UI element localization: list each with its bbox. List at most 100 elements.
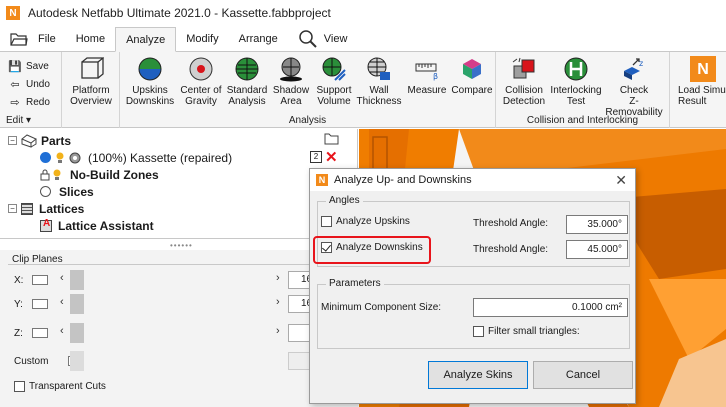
clip-z-slider-thumb[interactable] [70,323,84,343]
netfabb-n-icon: N [690,56,716,82]
clip-x-color[interactable] [32,275,48,285]
filter-small-triangles-label: Filter small triangles: [488,326,580,337]
tree-slices[interactable]: Slices [40,183,94,200]
upskins-downskins-icon [138,57,162,81]
clip-z-slider-left[interactable]: ‹ [60,325,64,337]
panel-splitter[interactable]: •••••• [170,241,193,250]
lightbulb-icon [53,169,61,180]
svg-text:β: β [433,72,438,81]
clip-x-label: X: [14,274,24,286]
tab-view-label: View [323,32,348,45]
collision-detection-label: Collision Detection [502,85,546,107]
tab-file[interactable]: File [6,26,66,51]
cancel-button[interactable]: Cancel [533,361,633,389]
tree-parts[interactable]: − Parts [8,132,71,149]
platform-overview-label: Platform Overview [70,85,112,107]
open-folder-icon[interactable] [324,133,340,145]
analyze-upskins-checkbox[interactable] [321,216,332,227]
check-z-removability-label: Check Z-Removability [605,85,663,118]
redo-button[interactable]: ⇨ Redo [8,96,50,109]
collision-group-label: Collision and Interlocking [526,115,639,126]
support-volume-button[interactable]: Support Volume [312,56,356,107]
tree-lattices[interactable]: − Lattices [8,200,84,217]
save-button[interactable]: 💾 Save [8,60,49,73]
search-icon [299,29,317,48]
dialog-title-bar[interactable]: N Analyze Up- and Downskins ✕ [310,169,635,191]
gear-icon[interactable] [68,151,82,165]
clip-y-slider-thumb[interactable] [70,294,84,314]
clip-planes-title: Clip Planes [12,254,63,265]
wall-thickness-button[interactable]: Wall Thickness [356,56,402,107]
part-badge[interactable]: 2 [310,151,322,163]
save-label: Save [26,61,49,72]
clip-y-slider-left[interactable]: ‹ [60,296,64,308]
tab-modify[interactable]: Modify [176,26,228,51]
clip-z-slider-right[interactable]: › [276,325,280,337]
ribbon: 💾 Save ⇦ Undo ⇨ Redo Edit ▾ Platform Overvi… [0,52,726,128]
parts-icon [21,133,37,148]
remove-part-icon[interactable]: ✕ [325,148,338,166]
netfabb-logo-icon: N [6,6,20,20]
clip-z-label: Z: [14,327,23,339]
clip-y-label: Y: [14,298,23,310]
tree-part-kassette[interactable]: (100%) Kassette (repaired) [40,149,232,166]
center-of-gravity-button[interactable]: Center of Gravity [178,56,224,107]
svg-text:z: z [639,59,643,68]
collapse-toggle[interactable]: − [8,136,17,145]
clip-z-color[interactable] [32,328,48,338]
check-z-removability-button[interactable]: z Check Z-Removability [602,56,666,118]
load-simulation-button[interactable]: N Load Simu Result [678,56,726,107]
tab-arrange[interactable]: Arrange [229,26,288,51]
clip-y-color[interactable] [32,299,48,309]
standard-analysis-label: Standard Analysis [226,85,268,107]
transparent-cuts-checkbox[interactable] [14,380,25,392]
analyze-upskins-row[interactable]: Analyze Upskins [321,216,410,227]
lattice-assistant-icon: A [40,218,52,232]
platform-group: Platform Overview [62,52,120,128]
platform-overview-button[interactable]: Platform Overview [68,56,114,107]
slices-circle-icon [40,186,51,197]
folder-icon [10,32,28,46]
project-tree: − Parts (100%) Kassette (repaired) 2 ✕ N… [0,129,358,239]
clip-custom-slider-thumb[interactable] [70,351,84,371]
clip-y-slider-right[interactable]: › [276,296,280,308]
clip-x-slider-left[interactable]: ‹ [60,272,64,284]
parameters-legend: Parameters [326,278,384,289]
tab-analyze[interactable]: Analyze [115,27,177,52]
downskins-threshold-input[interactable]: 45.000° [566,240,628,259]
window-title: Autodesk Netfabb Ultimate 2021.0 - Kasse… [28,6,331,20]
edit-menu[interactable]: Edit ▾ [6,115,61,126]
platform-overview-icon [81,57,104,79]
clip-row-z: Z: [14,323,54,343]
upskins-downskins-button[interactable]: Upskins Downskins [124,56,176,107]
collision-detection-button[interactable]: Collision Detection [500,56,548,107]
compare-button[interactable]: Compare [450,56,494,96]
tree-lattice-assistant[interactable]: A Lattice Assistant [40,217,154,234]
standard-analysis-icon [235,57,259,81]
measure-label: Measure [407,85,447,96]
lightbulb-icon[interactable] [55,152,65,164]
tab-home[interactable]: Home [66,26,115,51]
interlocking-test-button[interactable]: Interlocking Test [550,56,602,107]
tab-view[interactable]: View [288,26,358,51]
tree-no-build-label: No-Build Zones [70,167,159,182]
standard-analysis-button[interactable]: Standard Analysis [224,56,270,107]
transparent-cuts-row[interactable]: Transparent Cuts [14,376,106,396]
undo-button[interactable]: ⇦ Undo [8,78,50,91]
tree-parts-label: Parts [41,133,72,148]
tree-no-build-zones[interactable]: No-Build Zones [40,166,159,183]
clip-x-slider-right[interactable]: › [276,272,280,284]
clip-row-y: Y: [14,294,54,314]
shadow-area-button[interactable]: Shadow Area [270,56,312,107]
measure-button[interactable]: β Measure [404,56,450,96]
clip-x-slider-thumb[interactable] [70,270,84,290]
close-icon[interactable]: ✕ [615,172,627,189]
upskins-threshold-input[interactable]: 35.000° [566,215,628,234]
min-component-size-input[interactable]: 0.1000 cm² [473,298,628,317]
filter-small-triangles-checkbox[interactable] [473,326,484,337]
compare-label: Compare [451,85,493,96]
filter-small-triangles-row[interactable]: Filter small triangles: [473,326,580,337]
analyze-skins-button[interactable]: Analyze Skins [428,361,528,389]
redo-label: Redo [26,97,50,108]
collapse-toggle[interactable]: − [8,204,17,213]
